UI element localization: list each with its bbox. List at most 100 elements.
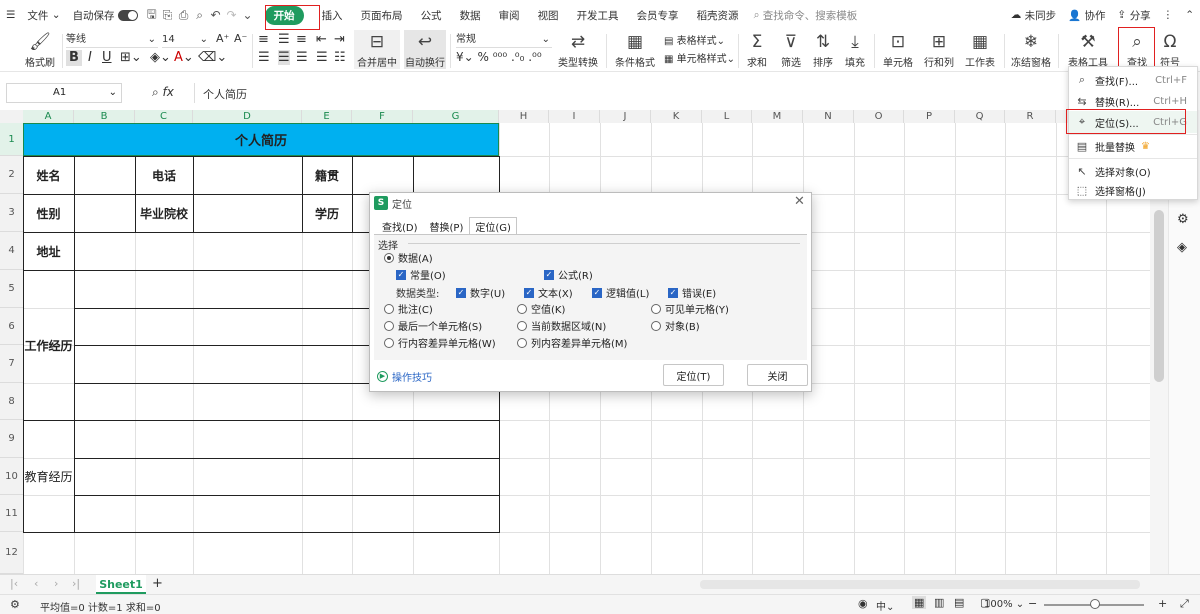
radio-visible[interactable]: 可见单元格(Y) — [651, 301, 729, 316]
radio-object[interactable]: 对象(B) — [651, 318, 700, 333]
indent-right-icon[interactable]: ⇥ — [334, 32, 345, 47]
row-header[interactable]: 5 — [0, 270, 23, 308]
row-header[interactable]: 6 — [0, 308, 23, 345]
undo-icon[interactable]: ↶ — [208, 0, 224, 30]
checkbox-number[interactable]: ✓ 数字(U) — [456, 285, 505, 300]
tab-member[interactable]: 会员专享 — [628, 0, 688, 30]
side-nav-icon[interactable]: ◈ — [1177, 240, 1187, 255]
table-style-button[interactable]: ▤ 表格样式⌄ — [664, 32, 725, 47]
distribute-icon[interactable]: ☷ — [334, 50, 346, 65]
goto-ok-button[interactable]: 定位(T) — [663, 364, 724, 386]
sum-button[interactable]: Σ 求和 — [742, 30, 772, 69]
radio-data[interactable]: 数据(A) — [384, 250, 433, 265]
column-header[interactable]: K — [651, 110, 702, 123]
tab-find[interactable]: 查找(D) — [376, 217, 424, 235]
column-header[interactable]: D — [193, 110, 302, 123]
bold-icon[interactable]: B — [66, 50, 82, 66]
cond-format-button[interactable]: ▦ 条件格式 — [612, 30, 658, 69]
column-header[interactable]: R — [1005, 110, 1056, 123]
indent-left-icon[interactable]: ⇤ — [316, 32, 327, 47]
menu-item-find[interactable]: ⌕ 查找(F)... Ctrl+F — [1069, 69, 1197, 91]
menu-item-selection-pane[interactable]: ⬚ 选择窗格(J) — [1069, 181, 1197, 199]
horizontal-scrollbar[interactable] — [700, 580, 1140, 589]
redo-icon[interactable]: ↷ — [224, 0, 240, 30]
font-size-select[interactable]: 14 ⌄ — [162, 32, 210, 48]
collab-button[interactable]: 👤 协作 — [1062, 0, 1111, 30]
fullscreen-icon[interactable]: ⤢ — [1180, 597, 1189, 611]
save-icon[interactable]: 🖫 — [144, 0, 160, 30]
tab-formula[interactable]: 公式 — [412, 0, 451, 30]
zoom-slider-thumb[interactable] — [1090, 599, 1100, 609]
tab-docer[interactable]: 稻壳资源 — [688, 0, 748, 30]
row-header[interactable]: 1 — [0, 123, 23, 156]
formula-input[interactable]: 个人简历 — [194, 83, 1064, 103]
tab-page-layout[interactable]: 页面布局 — [352, 0, 412, 30]
ime-icon[interactable]: 中⌄ — [876, 598, 894, 613]
radio-col-diff[interactable]: 列内容差异单元格(M) — [517, 335, 627, 350]
type-convert-button[interactable]: ⇄ 类型转换 — [556, 30, 600, 69]
next-sheet-icon[interactable]: › — [54, 577, 58, 590]
underline-icon[interactable]: U — [102, 50, 112, 65]
fill-color-icon[interactable]: ◈⌄ — [150, 50, 171, 65]
column-header[interactable]: N — [803, 110, 854, 123]
page-break-icon[interactable]: ▤ — [954, 596, 964, 609]
tips-link[interactable]: ▶ 操作技巧 — [377, 369, 432, 384]
collapse-icon[interactable]: ⌃ — [1179, 0, 1200, 30]
row-header[interactable]: 9 — [0, 420, 23, 458]
zoom-out-icon[interactable]: − — [1028, 597, 1037, 610]
column-header[interactable]: F — [352, 110, 413, 123]
scroll-thumb[interactable] — [1154, 210, 1164, 382]
column-header[interactable]: J — [600, 110, 651, 123]
export-icon[interactable]: ⎘ — [160, 0, 176, 30]
tab-goto[interactable]: 定位(G) — [469, 217, 517, 235]
column-header[interactable]: B — [74, 110, 135, 123]
fill-button[interactable]: ⤓ 填充 — [840, 30, 870, 69]
zoom-in-icon[interactable]: + — [1158, 597, 1167, 610]
menu-item-select-object[interactable]: ↖ 选择对象(O) — [1069, 160, 1197, 182]
autosave[interactable]: 自动保存 — [67, 0, 144, 30]
font-color-icon[interactable]: A⌄ — [174, 50, 194, 65]
column-header[interactable]: Q — [955, 110, 1005, 123]
radio-comment[interactable]: 批注(C) — [384, 301, 433, 316]
symbol-button[interactable]: Ω 符号 — [1156, 30, 1184, 69]
tab-view[interactable]: 视图 — [529, 0, 568, 30]
row-header[interactable]: 8 — [0, 383, 23, 420]
row-header[interactable]: 11 — [0, 495, 23, 532]
checkbox-constant[interactable]: ✓ 常量(O) — [396, 267, 446, 282]
command-search[interactable]: ⌕ 查找命令、搜索模板 — [748, 0, 864, 30]
tab-data[interactable]: 数据 — [451, 0, 490, 30]
column-header[interactable]: E — [302, 110, 352, 123]
align-top-icon[interactable]: ≡ — [258, 32, 269, 47]
close-icon[interactable]: ✕ — [794, 194, 805, 209]
justify-icon[interactable]: ☰ — [316, 50, 328, 65]
column-header[interactable]: M — [752, 110, 803, 123]
radio-row-diff[interactable]: 行内容差异单元格(W) — [384, 335, 496, 350]
border-icon[interactable]: ⊞⌄ — [120, 50, 142, 65]
row-header[interactable]: 3 — [0, 194, 23, 232]
row-header[interactable]: 4 — [0, 232, 23, 270]
radio-current-region[interactable]: 当前数据区域(N) — [517, 318, 606, 333]
column-header[interactable]: O — [854, 110, 904, 123]
tab-review[interactable]: 审阅 — [490, 0, 529, 30]
side-tool-icon[interactable]: ⚙ — [1177, 212, 1189, 227]
zoom-fx-icon[interactable]: ⌕ fx — [152, 85, 174, 100]
page-layout-icon[interactable]: ▥ — [934, 596, 944, 609]
zoom-level[interactable]: 100% ⌄ — [984, 599, 1024, 610]
freeze-button[interactable]: ❄ 冻结窗格 — [1008, 30, 1054, 69]
checkbox-formula[interactable]: ✓ 公式(R) — [544, 267, 593, 282]
row-header[interactable]: 10 — [0, 458, 23, 495]
sheet-tab-sheet1[interactable]: Sheet1 — [96, 575, 146, 594]
wrap-text-button[interactable]: ↩ 自动换行 — [404, 30, 446, 69]
tab-developer[interactable]: 开发工具 — [568, 0, 628, 30]
align-left-icon[interactable]: ☰ — [258, 50, 270, 65]
name-box[interactable]: A1 ⌄ — [6, 83, 122, 103]
column-header[interactable]: G — [413, 110, 499, 123]
row-header[interactable]: 12 — [0, 532, 23, 574]
select-all-corner[interactable] — [0, 110, 23, 123]
file-menu[interactable]: 文件 ⌄ — [21, 0, 66, 30]
sync-status[interactable]: ☁ 未同步 — [1005, 0, 1062, 30]
column-header[interactable]: I — [549, 110, 600, 123]
number-format-select[interactable]: 常规 ⌄ — [456, 32, 552, 48]
first-sheet-icon[interactable]: |‹ — [10, 577, 18, 590]
macro-icon[interactable]: ⚙ — [10, 598, 20, 611]
